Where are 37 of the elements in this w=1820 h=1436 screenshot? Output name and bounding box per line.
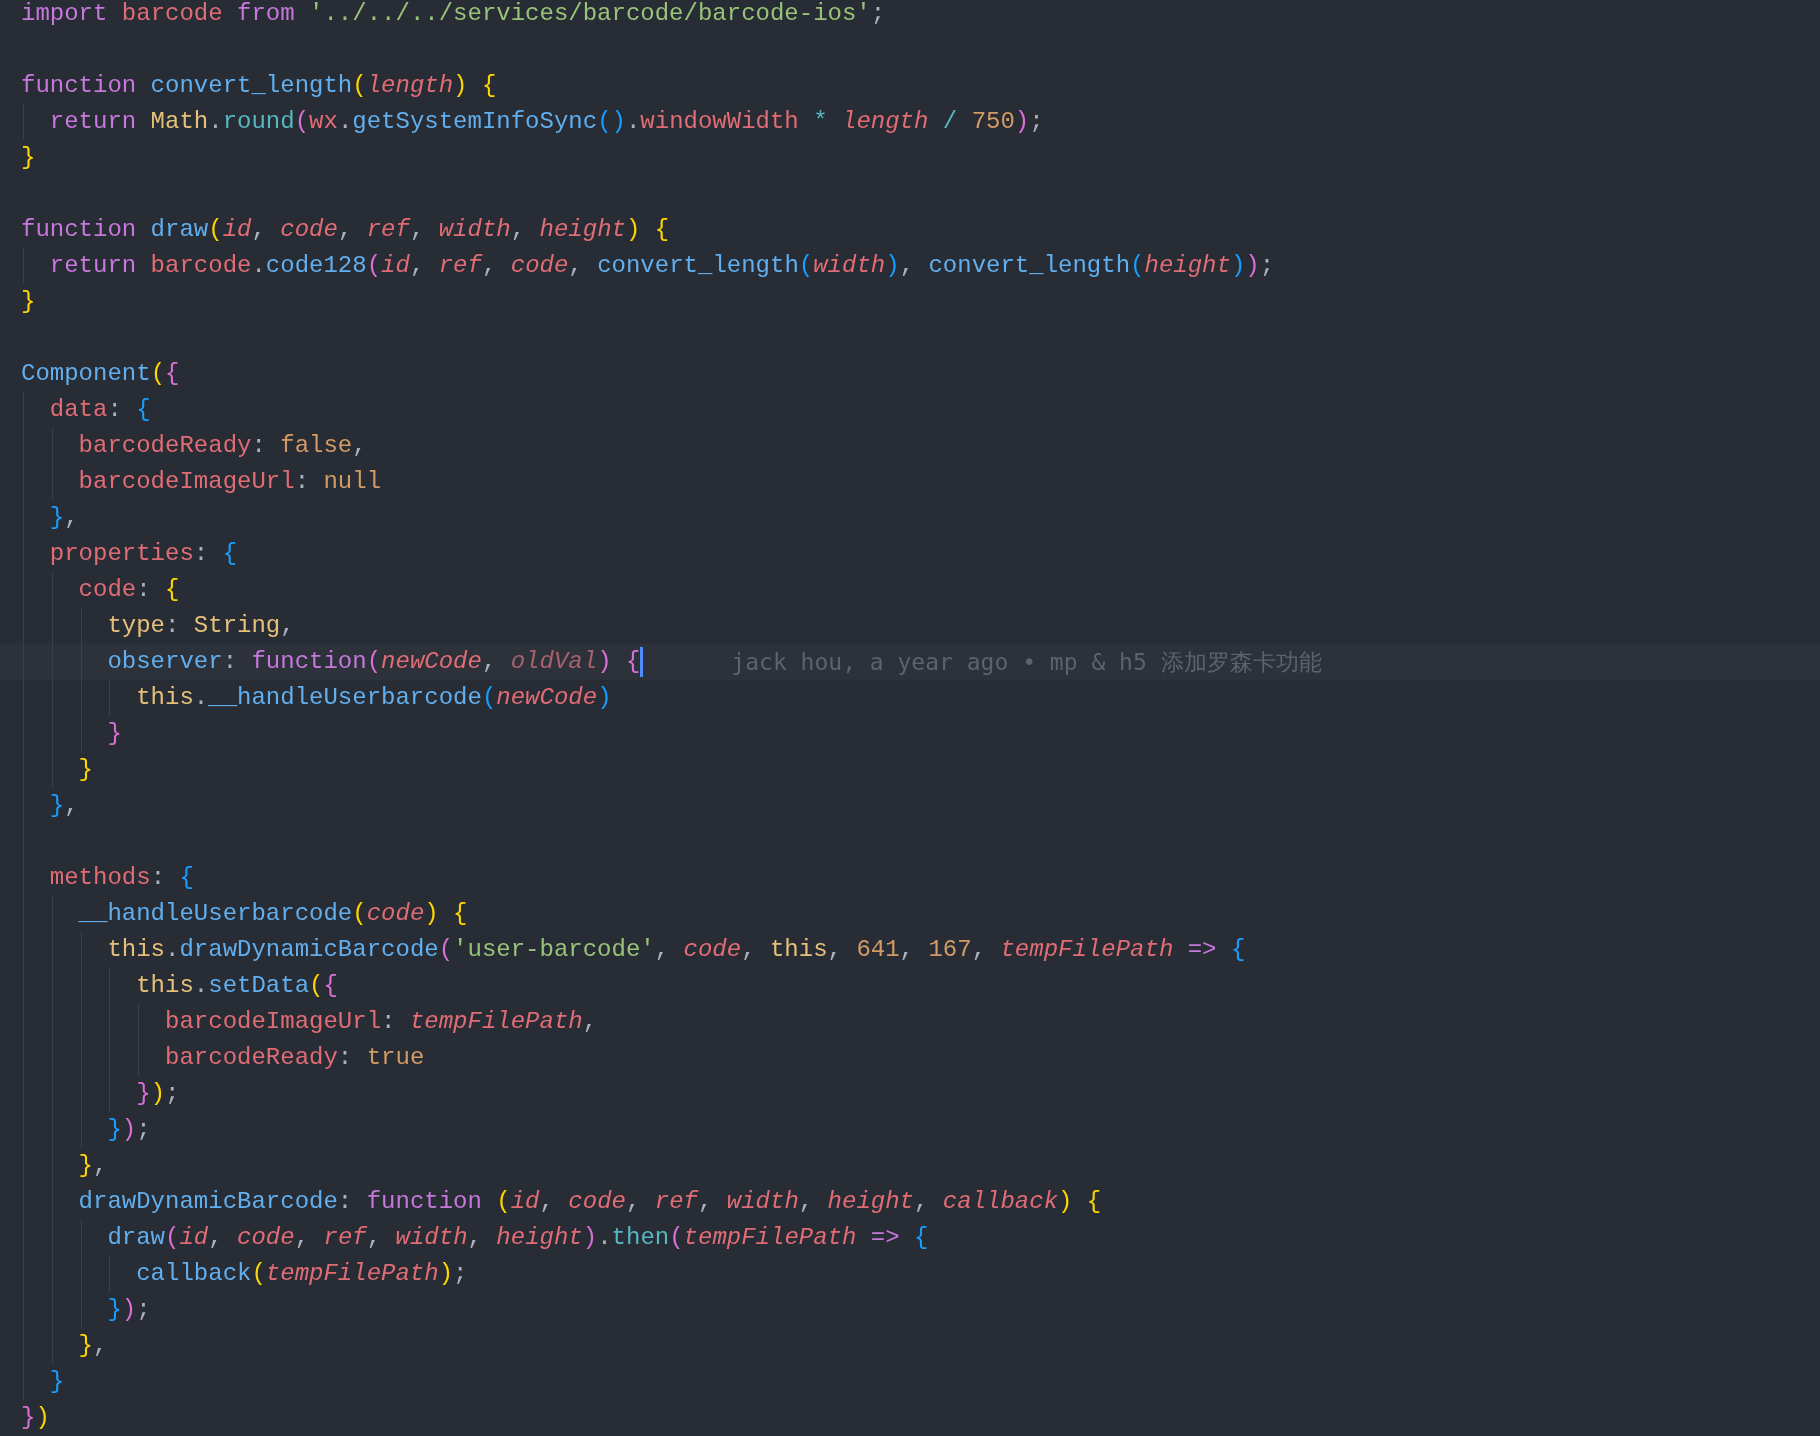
code-line: return Math.round(wx.getSystemInfoSync().windowWidth * length / 750); [48,107,1044,137]
code-line: } [21,143,36,173]
code-line: }); [106,1115,151,1145]
code-line: __handleUserbarcode(code) { [77,899,468,929]
code-line: data: { [48,395,151,425]
code-line: this.drawDynamicBarcode('user-barcode', code, this, 641, 167, tempFilePath => { [106,935,1246,965]
code-line: properties: { [48,539,238,569]
code-line: code: { [77,575,180,605]
code-line: }) [21,1403,50,1433]
code-line: }, [77,1151,108,1181]
code-line: }, [48,791,79,821]
code-line: barcodeReady: false, [77,431,367,461]
code-line: } [48,1367,65,1397]
code-line: import barcode from '../../../services/barcode/barcode-ios'; [21,0,886,29]
code-line: function draw(id, code, ref, width, height) { [21,215,670,245]
code-line: this.setData({ [135,971,338,1001]
code-line: } [106,719,122,749]
code-line: }, [48,503,79,533]
code-line: barcodeImageUrl: tempFilePath, [164,1007,598,1037]
code-line: }); [135,1079,180,1109]
code-line: Component({ [21,359,180,389]
code-line: }, [77,1331,108,1361]
code-line: function convert_length(length) { [21,71,497,101]
code-line: } [77,755,93,785]
code-line: return barcode.code128(id, ref, code, convert_length(width), convert_length(height)); [48,251,1275,281]
code-line: barcodeImageUrl: null [77,467,382,497]
code-line: } [21,287,36,317]
code-line: barcodeReady: true [164,1043,425,1073]
code-line: type: String, [106,611,295,641]
code-line: draw(id, code, ref, width, height).then(tempFilePath => { [106,1223,929,1253]
code-line: }); [106,1295,151,1325]
code-line: methods: { [48,863,194,893]
text-cursor [640,647,644,677]
code-line: this.__handleUserbarcode(newCode) [135,683,612,713]
code-line: observer: function(newCode, oldVal) { [106,647,641,677]
code-line: drawDynamicBarcode: function (id, code, ref, width, height, callback) { [77,1187,1102,1217]
code-line: callback(tempFilePath); [135,1259,468,1289]
